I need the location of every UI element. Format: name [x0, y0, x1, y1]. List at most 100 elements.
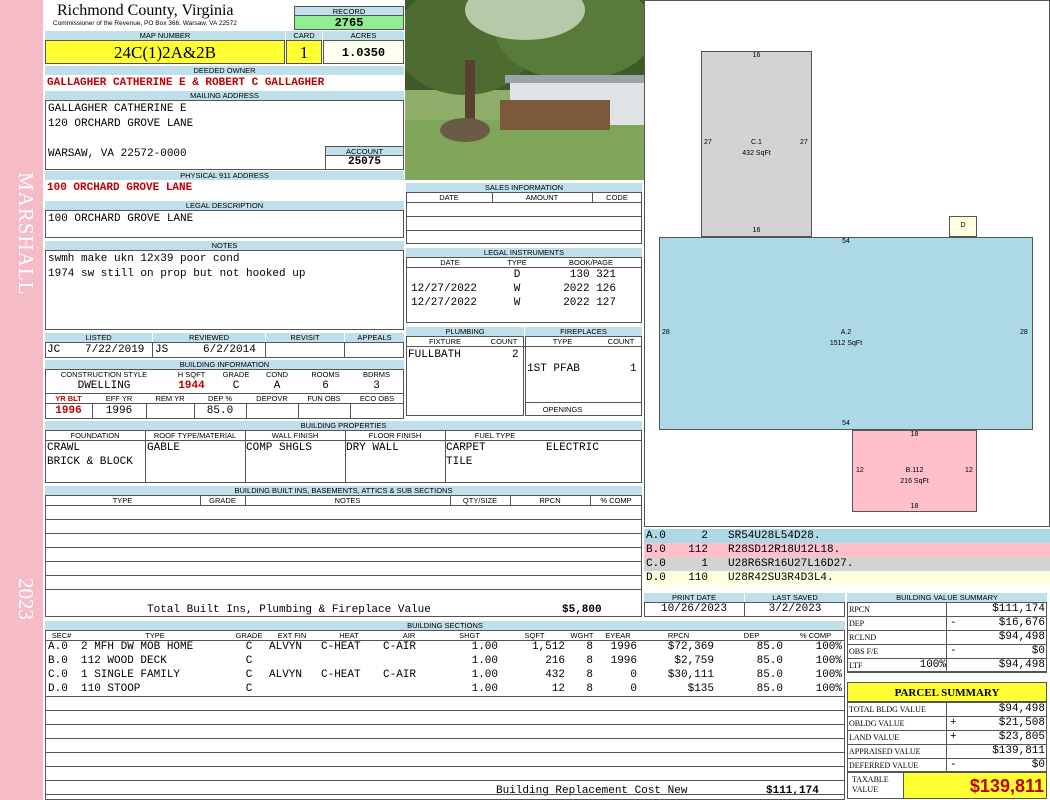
properties-header: BUILDING PROPERTIES — [45, 421, 642, 430]
building-info-value: 1996 — [55, 405, 82, 417]
divider — [847, 702, 1047, 772]
building-info-col: CONSTRUCTION STYLE — [60, 370, 148, 379]
properties-col: FLOOR FINISH — [368, 431, 422, 440]
section-cell: 85.0 — [756, 641, 783, 653]
li-bookpage: 130 321 — [569, 269, 616, 281]
fireplaces-box — [525, 336, 642, 416]
legend-code: 1 — [701, 558, 708, 570]
section-cell: 1.00 — [471, 655, 498, 667]
plumbing-col-count: COUNT — [490, 337, 518, 346]
divider — [590, 495, 591, 505]
sales-col-code: CODE — [606, 193, 628, 202]
building-info-value: 1944 — [178, 380, 205, 392]
physical-address: 100 ORCHARD GROVE LANE — [47, 182, 193, 194]
sections-col: TYPE — [145, 631, 165, 640]
section-cell: C.0 — [48, 669, 68, 681]
section-cell: 100% — [815, 655, 842, 667]
section-cell: C — [245, 669, 253, 681]
li-col-type: TYPE — [507, 258, 527, 267]
li-type: W — [513, 283, 521, 295]
section-cell: C — [245, 655, 253, 667]
mailing-line-2: 120 ORCHARD GROVE LANE — [48, 118, 194, 130]
replacement-label: Building Replacement Cost New — [496, 785, 688, 797]
notes-header: NOTES — [45, 241, 404, 250]
legend-code: 110 — [688, 572, 708, 584]
building-info-value: 85.0 — [206, 405, 234, 417]
building-info-value: 1996 — [105, 405, 133, 417]
appeals-header: APPEALS — [345, 333, 404, 342]
plumbing-col-fixture: FIXTURE — [428, 337, 462, 346]
divider — [45, 724, 845, 725]
divider — [146, 403, 147, 419]
divider — [145, 430, 146, 483]
section-cell: 100% — [815, 641, 842, 653]
building-info-value: 6 — [322, 380, 329, 392]
fire-col-type: TYPE — [552, 337, 573, 346]
legal-instruments-header: LEGAL INSTRUMENTS — [406, 248, 642, 257]
acres-header: ACRES — [323, 31, 404, 40]
record-value: 2765 — [294, 15, 404, 30]
builtins-col: TYPE — [112, 496, 133, 505]
builtins-header: BUILDING BUILT INS, BASEMENTS, ATTICS & … — [45, 486, 642, 495]
building-info-col: ROOMS — [311, 370, 340, 379]
divider — [45, 710, 845, 711]
properties-col: WALL FINISH — [271, 431, 319, 440]
properties-col: FOUNDATION — [70, 431, 120, 440]
district-label: MARSHALL — [14, 172, 38, 296]
fire-col-count: COUNT — [607, 337, 635, 346]
building-info-col: FUN OBS — [307, 394, 341, 403]
legend-id: B.0 — [646, 544, 666, 556]
reviewed-by: JS — [155, 344, 169, 356]
li-bookpage: 2022 126 — [563, 283, 616, 295]
building-info-col: EFF YR — [105, 394, 133, 403]
b-area: 216 SqFt — [900, 478, 929, 485]
section-cell: A.0 — [48, 641, 68, 653]
legend-code: 112 — [688, 544, 708, 556]
listed-by: JC — [47, 344, 61, 356]
sales-col-date: DATE — [439, 193, 459, 202]
section-cell: C — [245, 641, 253, 653]
card-header: CARD — [286, 31, 322, 40]
reviewed-header: REVIEWED — [153, 333, 265, 342]
section-cell: $30,111 — [667, 669, 714, 681]
plumbing-count: 2 — [512, 349, 519, 361]
sections-col: HEAT — [339, 631, 359, 640]
divider — [345, 430, 346, 483]
divider — [45, 766, 845, 767]
section-cell: 1 SINGLE FAMILY — [81, 669, 181, 681]
print-date: 10/26/2023 — [660, 603, 727, 615]
legal-description: 100 ORCHARD GROVE LANE — [48, 213, 194, 225]
builtins-col: QTY/SIZE — [462, 496, 498, 505]
divider — [45, 575, 642, 576]
divider — [510, 495, 511, 505]
section-cell: C-HEAT — [321, 669, 361, 681]
section-cell: C-HEAT — [321, 641, 361, 653]
section-cell: $2,759 — [674, 655, 714, 667]
taxable-value: $139,811 — [903, 772, 1047, 799]
builtins-col: NOTES — [334, 496, 361, 505]
plumbing-box — [406, 336, 524, 416]
acres-value: 1.0350 — [323, 40, 404, 64]
year-label: 2023 — [14, 578, 38, 620]
side-bar — [0, 0, 43, 800]
divider — [45, 547, 642, 548]
divider — [245, 430, 246, 483]
li-col-bookpage: BOOK/PAGE — [568, 258, 614, 267]
section-cell: 85.0 — [756, 683, 783, 695]
section-cell: 100% — [815, 669, 842, 681]
divider — [445, 430, 446, 483]
a2-bottom: 54 — [842, 420, 850, 427]
fuel-type: ELECTRIC — [546, 442, 599, 454]
divider — [45, 403, 404, 404]
li-col-date: DATE — [440, 258, 460, 267]
section-cell: 8 — [586, 655, 593, 667]
note-line-1: swmh make ukn 12x39 poor cond — [48, 253, 240, 265]
county-title: Richmond County, Virginia — [57, 2, 234, 19]
account-value: 25075 — [325, 155, 404, 170]
taxable-label: TAXABLE VALUE — [852, 775, 889, 794]
section-cell: 12 — [551, 683, 565, 695]
sections-col: EXT FIN — [277, 631, 307, 640]
li-date: 12/27/2022 — [411, 297, 478, 309]
builtins-total: $5,800 — [562, 604, 602, 616]
section-cell: 112 WOOD DECK — [81, 655, 167, 667]
